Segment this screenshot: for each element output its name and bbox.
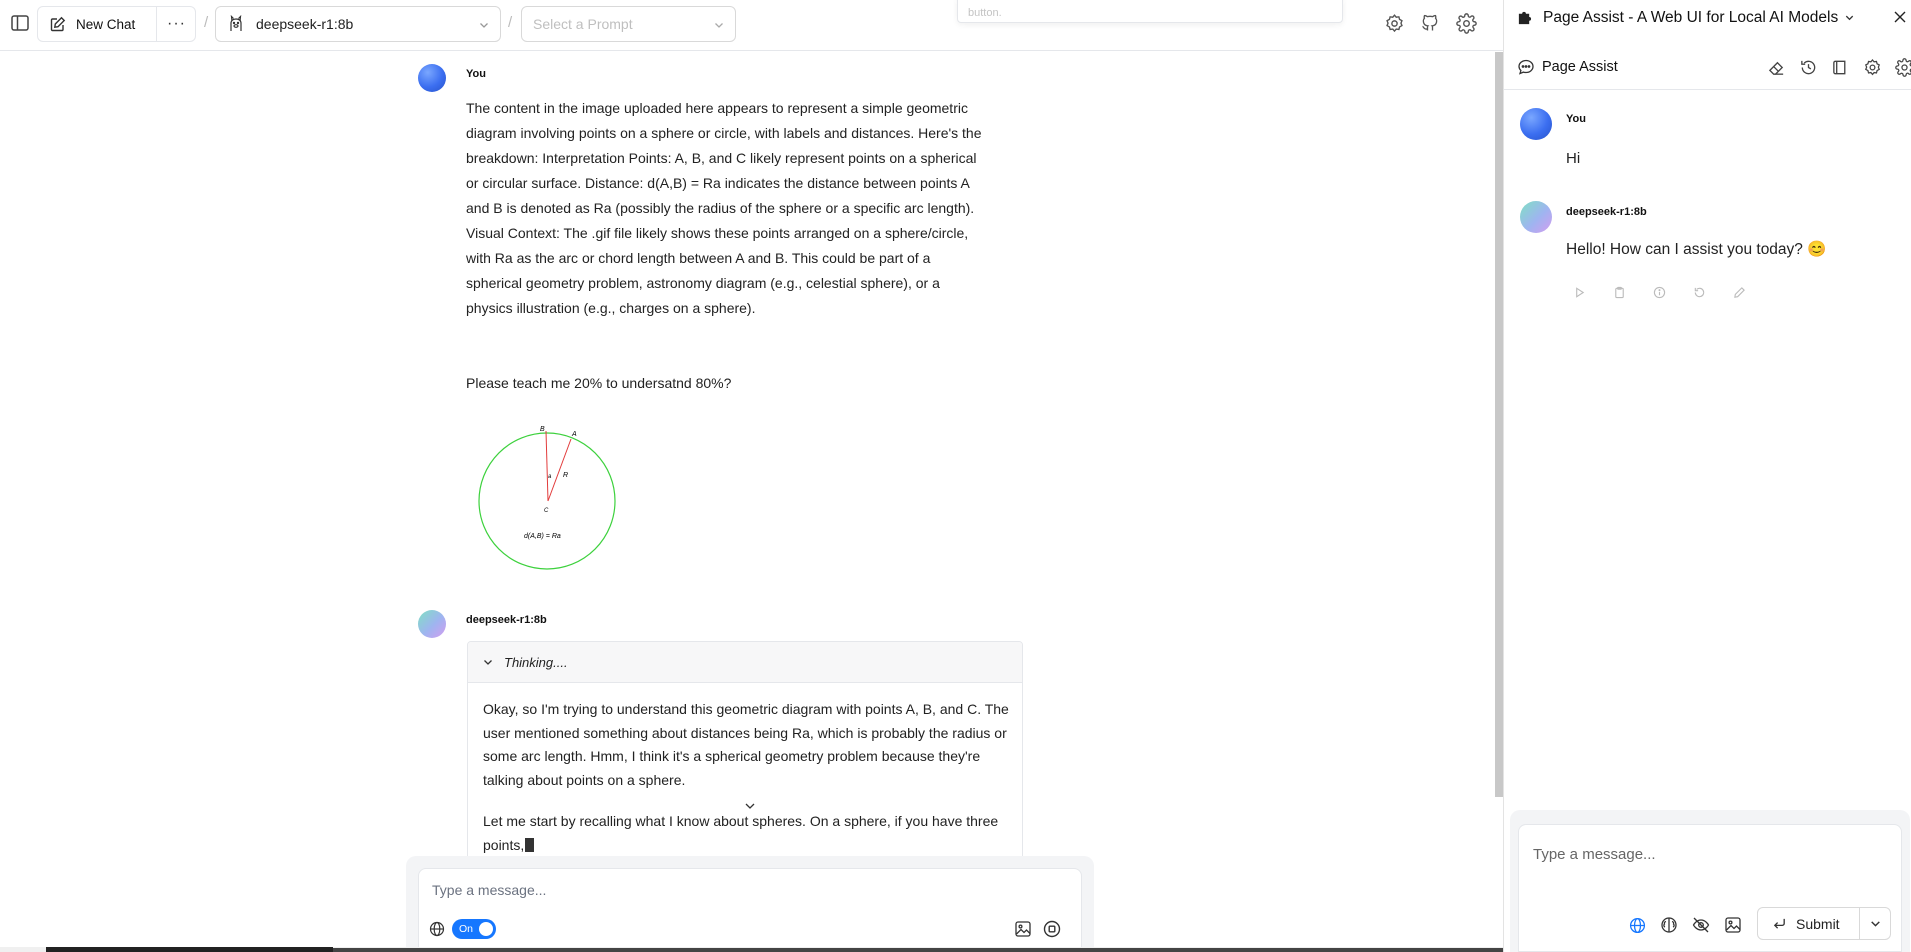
- sender-name: deepseek-r1:8b: [1566, 206, 1647, 218]
- thinking-content: Okay, so I'm trying to understand this g…: [483, 698, 1009, 860]
- diagram-label: R: [563, 472, 568, 479]
- message-text: Hello! How can I assist you today? 😊: [1566, 241, 1827, 258]
- book-icon[interactable]: [1830, 57, 1850, 77]
- message-input[interactable]: [432, 879, 1052, 901]
- sidebar-toggle-icon[interactable]: [9, 12, 31, 34]
- more-options-button[interactable]: ···: [157, 7, 196, 41]
- upload-image-icon[interactable]: [1723, 915, 1743, 935]
- regenerate-icon[interactable]: [1693, 286, 1706, 299]
- web-search-globe-icon: [429, 921, 445, 937]
- history-icon[interactable]: [1798, 57, 1818, 77]
- settings-gear-icon[interactable]: [1455, 12, 1477, 34]
- chevron-down-icon: [1844, 12, 1855, 23]
- composer-box: On: [418, 868, 1082, 952]
- sender-name: You: [466, 68, 486, 80]
- side-panel-header: Page Assist: [1504, 44, 1911, 90]
- edit-pencil-icon[interactable]: [1733, 286, 1746, 299]
- avatar: [1520, 108, 1552, 140]
- chevron-down-icon: [1869, 917, 1882, 930]
- thinking-panel: Thinking.... Okay, so I'm trying to unde…: [467, 641, 1023, 861]
- diagram-label: A: [571, 431, 577, 438]
- main-app: New Chat ··· / deepseek-r1:8b / Select a…: [0, 0, 1503, 952]
- window-bottom-edge: [0, 947, 1503, 952]
- side-panel-message-input[interactable]: [1533, 843, 1883, 865]
- thinking-toggle[interactable]: Thinking....: [468, 642, 1022, 683]
- github-icon[interactable]: [1419, 12, 1441, 34]
- web-search-globe-icon[interactable]: [1627, 915, 1647, 935]
- prompt-placeholder: Select a Prompt: [533, 16, 633, 32]
- avatar: [418, 64, 446, 92]
- settings-cog-icon[interactable]: [1894, 57, 1911, 77]
- sender-name: deepseek-r1:8b: [466, 614, 547, 626]
- submit-button[interactable]: Submit: [1758, 908, 1859, 939]
- breadcrumb-separator: /: [204, 14, 209, 31]
- thinking-paragraph: Let me start by recalling what I know ab…: [483, 810, 1009, 857]
- breadcrumb-separator: /: [508, 14, 513, 31]
- toggle-knob: [479, 922, 493, 936]
- ollama-llama-icon: [228, 15, 244, 33]
- edge-segment: [333, 948, 1503, 952]
- submit-button-group: Submit: [1757, 907, 1891, 940]
- message-text: Hi: [1566, 150, 1581, 167]
- upload-image-icon[interactable]: [1014, 920, 1032, 938]
- thinking-label: Thinking....: [504, 654, 568, 670]
- chevron-down-icon: [482, 656, 494, 668]
- avatar: [418, 610, 446, 638]
- side-panel-titlebar[interactable]: Page Assist - A Web UI for Local AI Mode…: [1504, 0, 1911, 35]
- toggle-label: On: [459, 923, 474, 935]
- web-search-toggle[interactable]: On: [452, 919, 496, 939]
- brand: Page Assist: [1517, 58, 1618, 76]
- ollama-settings-icon[interactable]: [1383, 12, 1405, 34]
- diagram-label: B: [540, 426, 545, 433]
- thinking-paragraph-text: Let me start by recalling what I know ab…: [483, 813, 999, 853]
- tooltip-text: button.: [968, 7, 1002, 19]
- stop-generation-icon[interactable]: [1043, 920, 1061, 938]
- top-toolbar: New Chat ··· / deepseek-r1:8b / Select a…: [0, 0, 1503, 51]
- avatar: [1520, 201, 1552, 233]
- new-chat-button[interactable]: New Chat: [38, 7, 156, 41]
- enter-key-icon: [1772, 916, 1787, 931]
- new-chat-label: New Chat: [76, 16, 136, 32]
- play-icon[interactable]: [1573, 286, 1586, 299]
- chat-bubble-icon: [1517, 58, 1535, 76]
- new-chat-group: New Chat ···: [37, 6, 196, 42]
- chevron-down-icon: [713, 19, 725, 31]
- chevron-down-icon: [478, 19, 490, 31]
- copy-icon[interactable]: [1613, 286, 1626, 299]
- extension-puzzle-icon: [1517, 10, 1532, 25]
- model-select[interactable]: deepseek-r1:8b: [215, 6, 501, 42]
- typing-cursor: [525, 837, 535, 852]
- side-panel-title: Page Assist - A Web UI for Local AI Mode…: [1543, 8, 1839, 26]
- close-icon[interactable]: [1891, 8, 1909, 26]
- model-name: deepseek-r1:8b: [256, 16, 354, 32]
- scroll-down-chevron-icon[interactable]: [743, 799, 757, 813]
- uploaded-diagram-image[interactable]: B A a R C d(A,B) = Ra: [473, 421, 623, 573]
- settings-gear-icon[interactable]: [1862, 57, 1882, 77]
- eye-off-icon[interactable]: [1691, 915, 1711, 935]
- brain-icon[interactable]: [1659, 915, 1679, 935]
- diagram-label: a: [548, 474, 552, 480]
- side-panel-composer: Submit: [1510, 810, 1910, 952]
- message-text: The content in the image uploaded here a…: [466, 100, 982, 316]
- diagram-label: d(A,B) = Ra: [524, 533, 561, 540]
- scrollbar-thumb[interactable]: [1495, 52, 1503, 797]
- edge-segment: [46, 947, 333, 952]
- brand-name: Page Assist: [1542, 59, 1618, 75]
- prompt-select[interactable]: Select a Prompt: [521, 6, 736, 42]
- chat-scrollbar[interactable]: [1495, 52, 1503, 797]
- thinking-paragraph: Okay, so I'm trying to understand this g…: [483, 701, 1009, 788]
- tooltip: button.: [957, 0, 1343, 23]
- eraser-icon[interactable]: [1766, 57, 1786, 77]
- submit-label: Submit: [1796, 915, 1840, 932]
- submit-options-dropdown[interactable]: [1860, 908, 1890, 939]
- page-assist-side-panel: Page Assist - A Web UI for Local AI Mode…: [1503, 0, 1911, 952]
- edit-icon: [50, 16, 66, 32]
- message-composer: On: [406, 856, 1094, 952]
- sender-name: You: [1566, 113, 1586, 125]
- diagram-label: C: [544, 508, 549, 514]
- info-icon[interactable]: [1653, 286, 1666, 299]
- composer-box: Submit: [1518, 824, 1902, 952]
- message-text: Please teach me 20% to undersatnd 80%?: [466, 375, 732, 391]
